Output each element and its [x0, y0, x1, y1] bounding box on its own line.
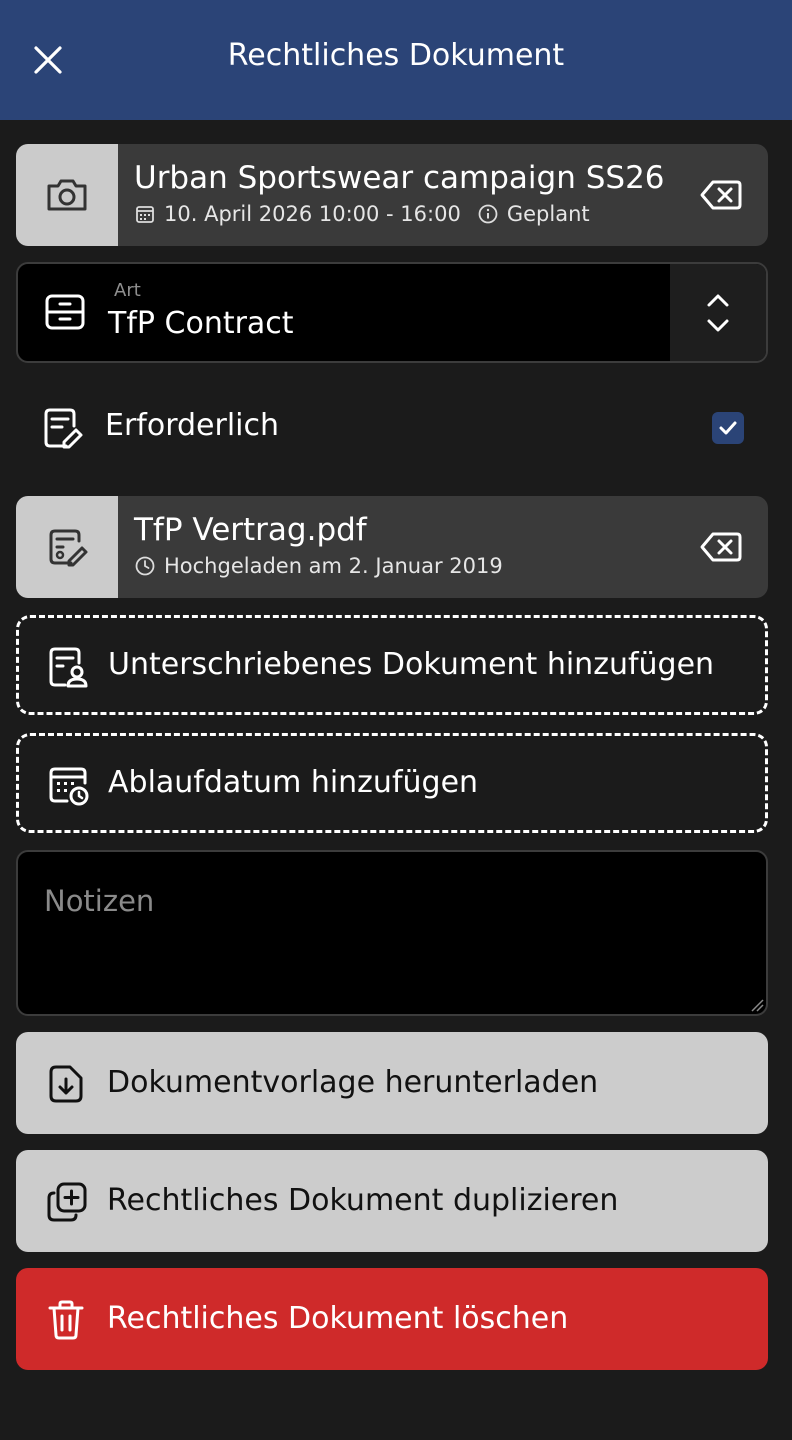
document-user-icon [49, 647, 88, 688]
document-download-icon [49, 1065, 83, 1103]
document-type-value: TfP Contract [108, 306, 294, 341]
add-signed-document-button[interactable]: Unterschriebenes Dokument hinzufügen [16, 615, 768, 715]
notes-textarea[interactable]: Notizen [16, 850, 768, 1016]
download-template-button[interactable]: Dokumentvorlage herunterladen [16, 1032, 768, 1134]
event-status: Geplant [506, 202, 590, 226]
file-uploaded-date: Hochgeladen am 2. Januar 2019 [164, 554, 503, 578]
tray-icon [45, 294, 85, 330]
camera-icon [47, 179, 87, 211]
event-meta: 10. April 2026 10:00 - 16:00 Geplant [134, 202, 590, 226]
backspace-icon [700, 532, 742, 562]
file-name: TfP Vertrag.pdf [134, 512, 367, 548]
info-icon [478, 204, 498, 224]
remove-file-button[interactable] [700, 527, 742, 567]
event-date: 10. April 2026 10:00 - 16:00 [164, 202, 461, 226]
calendar-icon [136, 206, 154, 223]
duplicate-icon [47, 1182, 87, 1222]
required-label: Erforderlich [105, 408, 280, 443]
notes-placeholder: Notizen [44, 884, 155, 918]
trash-icon [48, 1300, 84, 1340]
document-type-select[interactable]: Art TfP Contract [16, 262, 768, 363]
required-checkbox[interactable] [712, 412, 744, 444]
select-toggle[interactable] [670, 264, 766, 361]
calendar-clock-icon [49, 767, 89, 806]
resize-grip-icon[interactable] [750, 998, 764, 1012]
backspace-icon [700, 180, 742, 210]
chevron-up-down-icon [707, 294, 729, 331]
add-signed-document-label: Unterschriebenes Dokument hinzufügen [108, 647, 715, 682]
delete-button[interactable]: Rechtliches Dokument löschen [16, 1268, 768, 1370]
document-edit-icon [49, 529, 88, 567]
download-template-label: Dokumentvorlage herunterladen [107, 1065, 599, 1100]
file-card[interactable]: TfP Vertrag.pdf Hochgeladen am 2. Januar… [16, 496, 768, 598]
duplicate-button[interactable]: Rechtliches Dokument duplizieren [16, 1150, 768, 1252]
remove-event-button[interactable] [700, 175, 742, 215]
page-title: Rechtliches Dokument [227, 38, 565, 73]
file-thumbnail [16, 496, 118, 598]
add-expiry-date-button[interactable]: Ablaufdatum hinzufügen [16, 733, 768, 833]
event-thumbnail [16, 144, 118, 246]
file-meta: Hochgeladen am 2. Januar 2019 [134, 554, 503, 578]
duplicate-label: Rechtliches Dokument duplizieren [107, 1183, 619, 1218]
app-header: Rechtliches Dokument [0, 0, 792, 120]
delete-label: Rechtliches Dokument löschen [107, 1301, 569, 1336]
checkmark-icon [719, 421, 737, 435]
document-signature-icon [44, 408, 83, 449]
clock-icon [135, 556, 155, 576]
document-type-label: Art [114, 280, 141, 301]
required-row[interactable]: Erforderlich [16, 390, 768, 466]
event-card[interactable]: Urban Sportswear campaign SS26 10. April… [16, 144, 768, 246]
event-title: Urban Sportswear campaign SS26 [134, 160, 665, 196]
add-expiry-date-label: Ablaufdatum hinzufügen [108, 765, 479, 800]
